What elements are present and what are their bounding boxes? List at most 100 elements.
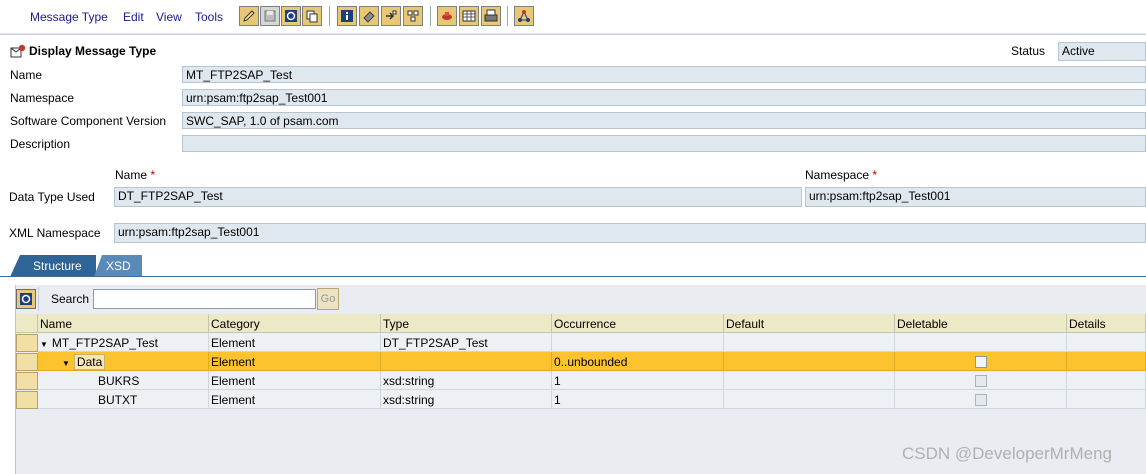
row-occurrence-cell[interactable]: 0..unbounded bbox=[552, 352, 724, 371]
refresh-icon[interactable] bbox=[281, 6, 301, 26]
row-category-cell[interactable]: Element bbox=[209, 390, 381, 409]
copy-icon[interactable] bbox=[302, 6, 322, 26]
table-icon[interactable] bbox=[459, 6, 479, 26]
status-field: Active bbox=[1058, 42, 1146, 61]
datatype-namespace-header-text: Namespace bbox=[805, 168, 870, 182]
navigate-icon[interactable] bbox=[381, 6, 401, 26]
cluster-icon[interactable] bbox=[514, 6, 534, 26]
xml-namespace-label: XML Namespace bbox=[9, 226, 101, 240]
row-default-cell[interactable] bbox=[724, 371, 895, 390]
row-default-cell[interactable] bbox=[724, 333, 895, 352]
tab-structure[interactable]: Structure bbox=[10, 255, 96, 277]
row-deletable-cell[interactable] bbox=[895, 333, 1067, 352]
row-name-cell[interactable]: ▼ MT_FTP2SAP_Test bbox=[38, 333, 209, 352]
watermark: CSDN @DeveloperMrMeng bbox=[902, 444, 1112, 463]
print-icon[interactable] bbox=[481, 6, 501, 26]
search-separator bbox=[38, 287, 39, 311]
column-header-type[interactable]: Type bbox=[381, 314, 552, 333]
row-selector[interactable] bbox=[16, 391, 38, 409]
datatype-namespace-header: Namespace * bbox=[805, 168, 877, 182]
collapse-triangle-icon[interactable]: ▼ bbox=[62, 359, 70, 368]
description-label: Description bbox=[10, 137, 71, 151]
row-selector[interactable] bbox=[16, 334, 38, 352]
tab-xsd[interactable]: XSD bbox=[94, 255, 142, 277]
row-type-cell[interactable]: DT_FTP2SAP_Test bbox=[381, 333, 552, 352]
row-category-cell[interactable]: Element bbox=[209, 371, 381, 390]
column-header-deletable[interactable]: Deletable bbox=[895, 314, 1067, 333]
tab-structure-label: Structure bbox=[33, 259, 82, 273]
row-occurrence-cell[interactable] bbox=[552, 333, 724, 352]
required-marker: * bbox=[872, 168, 878, 182]
menu-tools[interactable]: Tools bbox=[195, 10, 223, 24]
row-type-cell[interactable]: xsd:string bbox=[381, 371, 552, 390]
row-deletable-cell[interactable] bbox=[895, 390, 1067, 409]
deletable-checkbox[interactable] bbox=[975, 394, 987, 406]
row-category-cell[interactable]: Element bbox=[209, 333, 381, 352]
column-header-name[interactable]: Name bbox=[38, 314, 209, 333]
row-selector[interactable] bbox=[16, 353, 38, 371]
column-header-occurrence[interactable]: Occurrence bbox=[552, 314, 724, 333]
row-deletable-cell[interactable] bbox=[895, 352, 1067, 371]
toolbar-separator bbox=[507, 6, 508, 26]
datatype-used-label: Data Type Used bbox=[9, 190, 95, 204]
save-icon[interactable] bbox=[260, 6, 280, 26]
swcv-field[interactable]: SWC_SAP, 1.0 of psam.com bbox=[182, 112, 1146, 129]
row-deletable-cell[interactable] bbox=[895, 371, 1067, 390]
row-type-cell[interactable] bbox=[381, 352, 552, 371]
row-details-cell[interactable] bbox=[1067, 371, 1146, 390]
swcv-label: Software Component Version bbox=[10, 114, 167, 128]
row-details-cell[interactable] bbox=[1067, 352, 1146, 371]
tab-xsd-label: XSD bbox=[106, 259, 131, 273]
row-occurrence-cell[interactable]: 1 bbox=[552, 371, 724, 390]
eraser-icon[interactable] bbox=[359, 6, 379, 26]
edit-pencil-icon[interactable] bbox=[239, 6, 259, 26]
search-label: Search bbox=[51, 292, 90, 306]
row-name-cell[interactable]: BUTXT bbox=[38, 390, 209, 409]
column-header-details[interactable]: Details bbox=[1067, 314, 1146, 333]
collapse-triangle-icon[interactable]: ▼ bbox=[40, 340, 48, 349]
row-default-cell[interactable] bbox=[724, 390, 895, 409]
menu-edit[interactable]: Edit bbox=[123, 10, 144, 24]
namespace-label: Namespace bbox=[10, 91, 75, 105]
row-occurrence-cell[interactable]: 1 bbox=[552, 390, 724, 409]
row-name: MT_FTP2SAP_Test bbox=[51, 336, 158, 350]
row-default-cell[interactable] bbox=[724, 352, 895, 371]
required-marker: * bbox=[150, 168, 156, 182]
toolbar-separator bbox=[430, 6, 431, 26]
row-type-cell[interactable]: xsd:string bbox=[381, 390, 552, 409]
select-all-header[interactable] bbox=[16, 314, 38, 333]
deletable-checkbox[interactable] bbox=[975, 375, 987, 387]
row-category-cell[interactable]: Element bbox=[209, 352, 381, 371]
datatype-namespace-field[interactable]: urn:psam:ftp2sap_Test001 bbox=[805, 187, 1146, 207]
page-title: Display Message Type bbox=[29, 44, 157, 58]
menu-view[interactable]: View bbox=[156, 10, 182, 24]
deletable-checkbox[interactable] bbox=[975, 356, 987, 368]
datatype-name-header: Name * bbox=[115, 168, 155, 182]
namespace-field[interactable]: urn:psam:ftp2sap_Test001 bbox=[182, 89, 1146, 106]
column-header-default[interactable]: Default bbox=[724, 314, 895, 333]
menu-message-type[interactable]: Message Type bbox=[30, 10, 108, 24]
xml-namespace-field[interactable]: urn:psam:ftp2sap_Test001 bbox=[114, 223, 1146, 243]
name-field[interactable]: MT_FTP2SAP_Test bbox=[182, 66, 1146, 83]
test-icon[interactable] bbox=[437, 6, 457, 26]
name-label: Name bbox=[10, 68, 43, 82]
row-details-cell[interactable] bbox=[1067, 333, 1146, 352]
row-name-cell[interactable]: BUKRS bbox=[38, 371, 209, 390]
message-type-icon bbox=[10, 43, 26, 59]
row-details-cell[interactable] bbox=[1067, 390, 1146, 409]
row-name-cell[interactable]: ▼ Data bbox=[38, 352, 209, 371]
status-label: Status bbox=[1011, 44, 1046, 58]
description-field[interactable] bbox=[182, 135, 1146, 152]
column-header-category[interactable]: Category bbox=[209, 314, 381, 333]
datatype-name-header-text: Name bbox=[115, 168, 148, 182]
row-selector[interactable] bbox=[16, 372, 38, 390]
search-go-button[interactable]: Go bbox=[317, 288, 339, 310]
search-input[interactable] bbox=[93, 289, 316, 309]
tab-underline bbox=[0, 276, 1146, 277]
where-used-icon[interactable] bbox=[403, 6, 423, 26]
table-refresh-icon[interactable] bbox=[16, 289, 36, 309]
datatype-name-field[interactable]: DT_FTP2SAP_Test bbox=[114, 187, 802, 207]
row-name: Data bbox=[73, 354, 106, 370]
info-icon[interactable] bbox=[337, 6, 357, 26]
toolbar-separator bbox=[329, 6, 330, 26]
